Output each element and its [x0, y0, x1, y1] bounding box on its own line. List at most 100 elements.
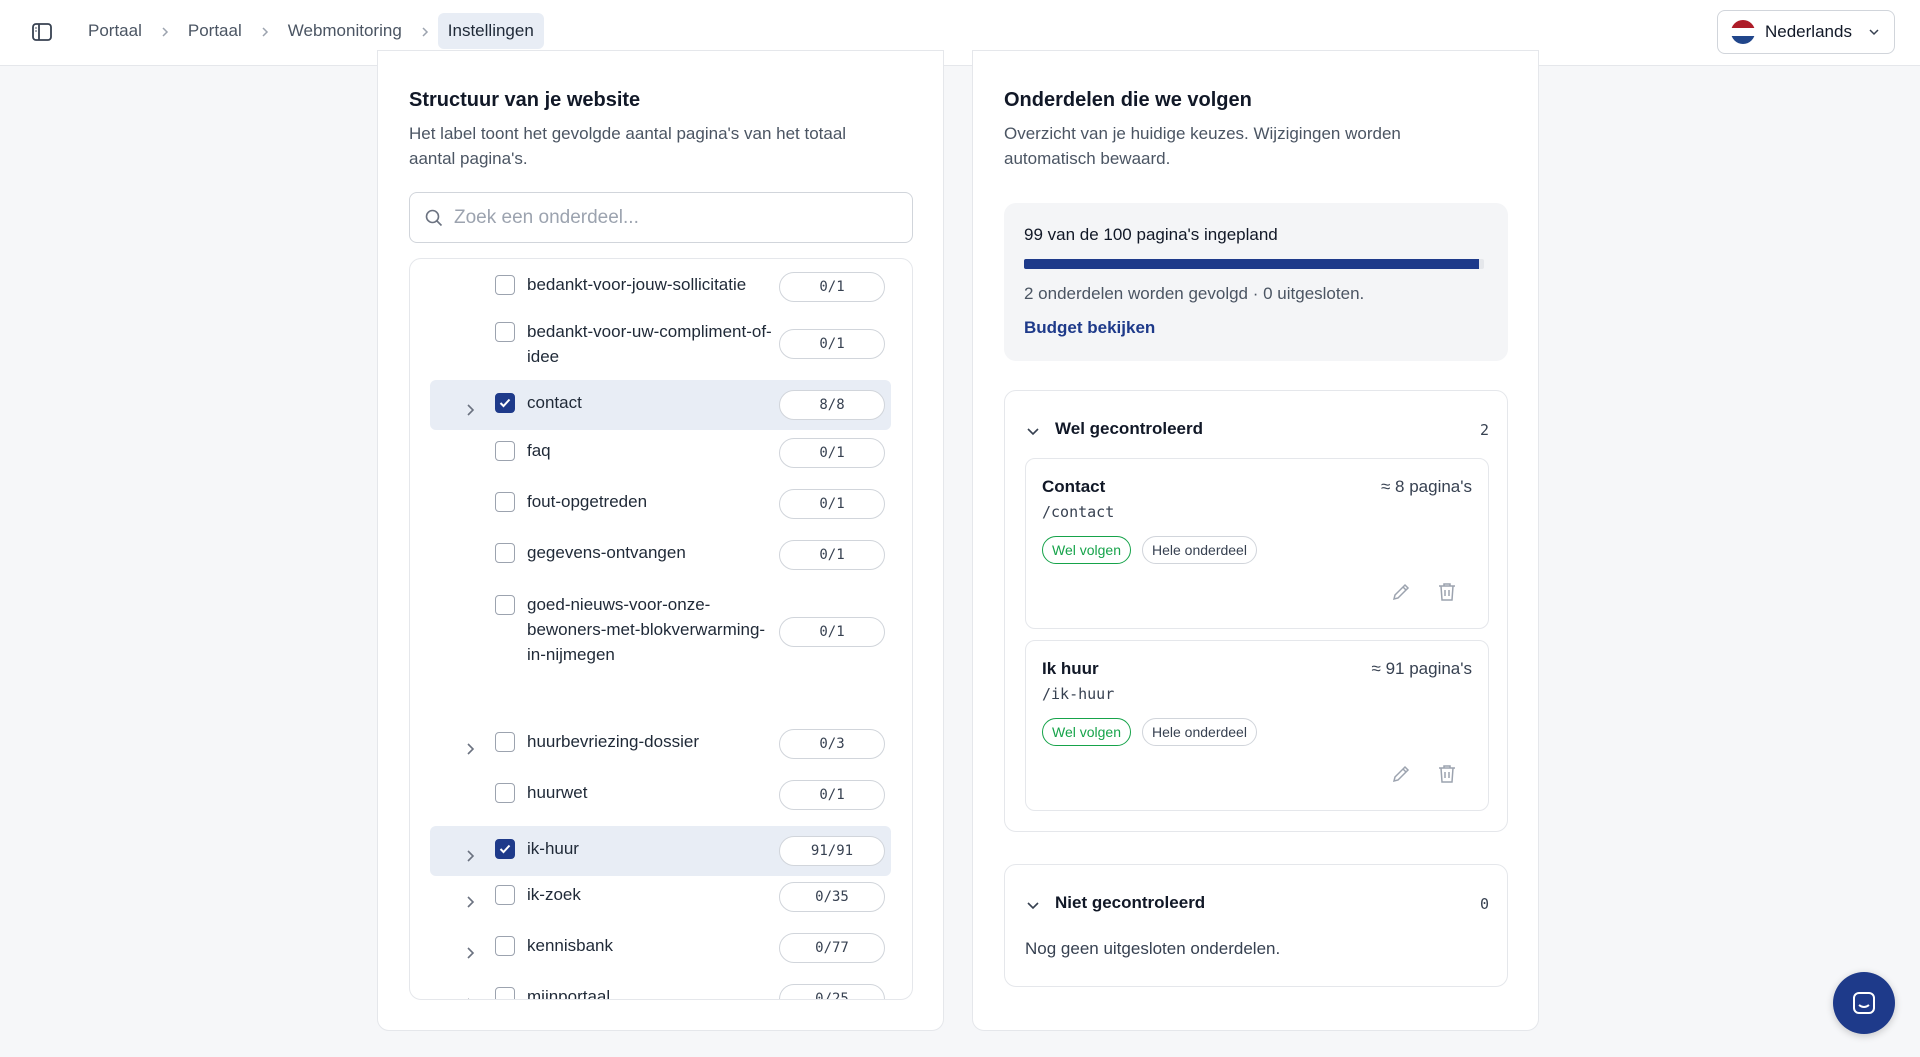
row-label: huurbevriezing-dossier: [527, 732, 699, 751]
tree-row[interactable]: faq 0/1: [430, 433, 891, 473]
search-box: [409, 192, 913, 243]
row-checkbox[interactable]: [495, 885, 515, 905]
row-checkbox[interactable]: [495, 987, 515, 999]
chevron-right-icon[interactable]: [462, 848, 478, 864]
page-count-badge: 0/1: [779, 489, 885, 519]
plan-subtitle: 2 onderdelen worden gevolgd · 0 uitgeslo…: [1024, 284, 1365, 303]
tracked-item: Ik huur ≈ 91 pagina's /ik-huur Wel volge…: [1025, 640, 1489, 811]
row-label: contact: [527, 393, 582, 412]
unchecked-group-header[interactable]: Niet gecontroleerd 0: [1025, 893, 1489, 917]
chevron-down-icon: [1027, 428, 1039, 436]
row-checkbox[interactable]: [495, 732, 515, 752]
empty-state-text: Nog geen uitgesloten onderdelen.: [1025, 939, 1281, 958]
row-checkbox[interactable]: [495, 275, 515, 295]
tree-row[interactable]: huurbevriezing-dossier 0/3: [430, 724, 891, 764]
row-label: mijnportaal: [527, 987, 611, 1000]
chevron-right-icon[interactable]: [462, 741, 478, 757]
row-checkbox[interactable]: [495, 783, 515, 803]
structure-card: Structuur van je website Het label toont…: [377, 50, 944, 1031]
row-label: goed-nieuws-voor-onze-bewoners-met-blokv…: [527, 595, 766, 664]
tracked-item-name: Contact: [1042, 477, 1106, 496]
chevron-right-icon: [252, 23, 278, 39]
chevron-right-icon: [412, 23, 438, 39]
checked-group: Wel gecontroleerd 2 Contact ≈ 8 pagina's…: [1004, 390, 1508, 832]
breadcrumb-item-portaal[interactable]: Portaal: [78, 13, 152, 49]
tracked-description: Overzicht van je huidige keuzes. Wijzigi…: [1004, 124, 1401, 168]
tree-row[interactable]: ik-zoek 0/35: [430, 877, 891, 917]
structure-title: Structuur van je website: [409, 89, 641, 111]
budget-link[interactable]: Budget bekijken: [1024, 318, 1155, 338]
checked-group-count: 2: [1479, 421, 1489, 439]
checked-group-header[interactable]: Wel gecontroleerd 2: [1025, 419, 1489, 443]
plan-title: 99 van de 100 pagina's ingepland: [1024, 225, 1278, 244]
structure-tree[interactable]: bedankt-voor-jouw-sollicitatie 0/1 bedankt…: [409, 258, 913, 1000]
row-label: huurwet: [527, 783, 588, 802]
search-icon: [425, 209, 443, 226]
row-checkbox[interactable]: [495, 543, 515, 563]
plan-progress-fill: [1024, 259, 1480, 269]
trash-icon[interactable]: [1436, 763, 1458, 785]
page-count-badge: 0/1: [779, 329, 885, 359]
chevron-right-icon[interactable]: [462, 402, 478, 418]
search-input[interactable]: [454, 206, 894, 229]
page-count-badge: 0/1: [779, 780, 885, 810]
breadcrumb-item-portaal-2[interactable]: Portaal: [178, 13, 252, 49]
page-count-badge: 91/91: [779, 836, 885, 866]
row-checkbox[interactable]: [495, 393, 515, 413]
row-checkbox[interactable]: [495, 441, 515, 461]
top-bar: Portaal Portaal Webmonitoring Instelling…: [0, 0, 1920, 66]
chevron-down-icon: [1027, 902, 1039, 910]
row-checkbox[interactable]: [495, 492, 515, 512]
page-count-badge: 0/25: [779, 984, 885, 999]
row-label: ik-zoek: [527, 885, 581, 904]
edit-icon[interactable]: [1390, 581, 1412, 603]
row-label: kennisbank: [527, 936, 614, 955]
chat-button[interactable]: [1833, 972, 1895, 1034]
netherlands-flag-icon: [1731, 20, 1755, 44]
breadcrumb-item-webmonitoring[interactable]: Webmonitoring: [278, 13, 412, 49]
sidebar-toggle-icon[interactable]: [30, 20, 54, 44]
breadcrumb: Portaal Portaal Webmonitoring Instelling…: [78, 13, 544, 49]
unchecked-group: Niet gecontroleerd 0 Nog geen uitgeslote…: [1004, 864, 1508, 987]
chat-icon: [1853, 992, 1875, 1014]
tracked-title: Onderdelen die we volgen: [1004, 89, 1252, 111]
structure-description: Het label toont het gevolgde aantal pagi…: [409, 124, 847, 168]
chevron-right-icon[interactable]: [462, 996, 478, 1000]
tracked-item: Contact ≈ 8 pagina's /contact Wel volgen…: [1025, 458, 1489, 629]
chevron-right-icon[interactable]: [462, 945, 478, 961]
tree-row[interactable]: ik-huur 91/91: [430, 826, 891, 876]
plan-progress-bar: [1024, 259, 1484, 269]
follow-tag: Wel volgen: [1042, 718, 1132, 746]
page-count-badge: 0/3: [779, 729, 885, 759]
tree-row[interactable]: gegevens-ontvangen 0/1: [430, 535, 891, 575]
chevron-right-icon: [152, 23, 178, 39]
row-checkbox[interactable]: [495, 936, 515, 956]
row-checkbox[interactable]: [495, 839, 515, 859]
page-count-badge: 0/1: [779, 272, 885, 302]
tree-row[interactable]: bedankt-voor-uw-compliment-of-idee 0/1: [430, 314, 891, 374]
tree-row[interactable]: fout-opgetreden 0/1: [430, 484, 891, 524]
row-checkbox[interactable]: [495, 322, 515, 342]
scope-tag: Hele onderdeel: [1142, 718, 1257, 746]
tree-row[interactable]: huurwet 0/1: [430, 775, 891, 815]
edit-icon[interactable]: [1390, 763, 1412, 785]
row-label: ik-huur: [527, 839, 579, 858]
breadcrumb-item-instellingen[interactable]: Instellingen: [437, 13, 544, 49]
tree-row[interactable]: mijnportaal 0/25: [430, 979, 891, 1000]
tracked-card: Onderdelen die we volgen Overzicht van j…: [972, 50, 1539, 1031]
tree-row[interactable]: bedankt-voor-jouw-sollicitatie 0/1: [430, 267, 891, 307]
chevron-right-icon[interactable]: [462, 894, 478, 910]
language-select[interactable]: Nederlands: [1717, 10, 1895, 54]
page-count-badge: 0/77: [779, 933, 885, 963]
tracked-item-name: Ik huur: [1042, 659, 1099, 678]
row-checkbox[interactable]: [495, 595, 515, 615]
trash-icon[interactable]: [1436, 581, 1458, 603]
page-count-badge: 0/35: [779, 882, 885, 912]
page-count-badge: 0/1: [779, 540, 885, 570]
page-count-badge: 8/8: [779, 390, 885, 420]
tree-row[interactable]: goed-nieuws-voor-onze-bewoners-met-blokv…: [430, 587, 891, 677]
unchecked-group-count: 0: [1479, 895, 1489, 913]
row-label: faq: [527, 441, 551, 460]
tree-row[interactable]: contact 8/8: [430, 380, 891, 430]
tree-row[interactable]: kennisbank 0/77: [430, 928, 891, 968]
